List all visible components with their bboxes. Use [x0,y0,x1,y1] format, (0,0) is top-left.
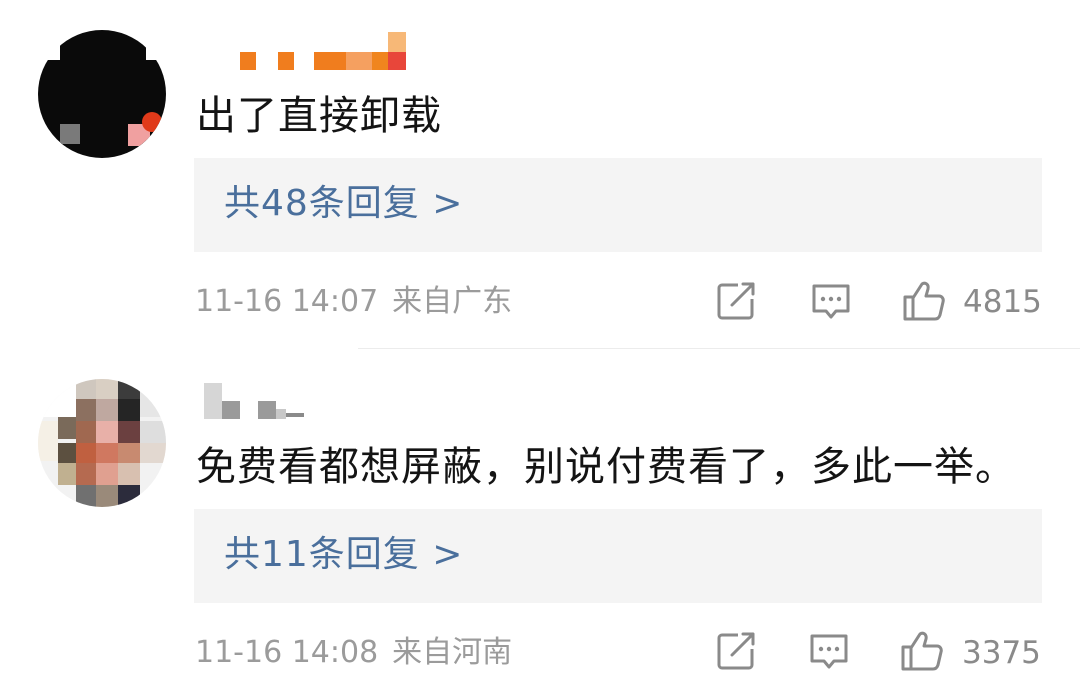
avatar[interactable] [38,379,166,507]
share-icon [717,632,755,670]
comment-location: 来自广东 [392,284,513,319]
comment-button[interactable] [808,632,850,672]
share-button[interactable] [716,281,758,321]
comment-text: 出了直接卸载 [196,93,442,139]
comment-button[interactable] [810,282,852,322]
view-replies-link[interactable]: 共48条回复 > [224,182,463,226]
like-icon [901,631,943,671]
share-button[interactable] [716,631,758,671]
comment-meta: 11-16 14:07 来自广东 [195,282,512,322]
comment-icon [812,284,850,319]
username[interactable] [236,30,456,74]
like-button[interactable] [900,630,944,671]
comment-icon [810,634,848,669]
like-count: 3375 [962,635,1041,671]
comment-date: 11-16 14:08 [195,635,379,670]
like-button[interactable] [902,280,946,321]
like-icon [903,281,945,321]
reply-box[interactable]: 共48条回复 > [194,158,1042,252]
share-icon [717,282,755,320]
view-replies-link[interactable]: 共11条回复 > [224,533,463,577]
like-count: 4815 [963,284,1042,320]
comment-date: 11-16 14:07 [195,284,379,319]
comment-location: 来自河南 [392,635,513,670]
comment-meta: 11-16 14:08 来自河南 [195,633,512,673]
comment-text: 免费看都想屏蔽，别说付费看了，多此一举。 [196,444,1016,490]
comment-item: 出了直接卸载 共48条回复 > 11-16 14:07 来自广东 4815 [0,0,1080,348]
reply-box[interactable]: 共11条回复 > [194,509,1042,603]
comment-item: 免费看都想屏蔽，别说付费看了，多此一举。 共11条回复 > 11-16 14:0… [0,349,1080,674]
username[interactable] [200,379,420,423]
avatar[interactable] [38,30,166,158]
